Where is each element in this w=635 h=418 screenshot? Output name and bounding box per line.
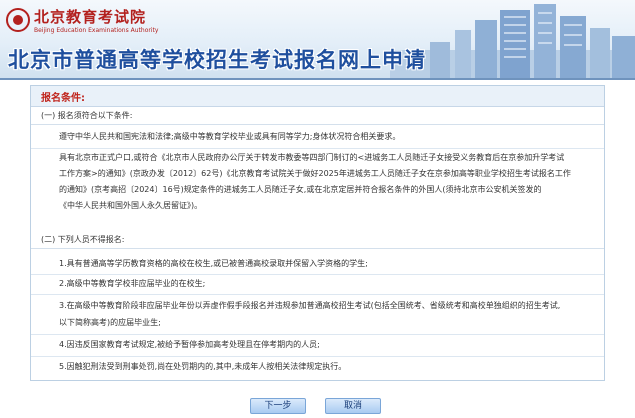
header-divider — [0, 78, 635, 80]
section2-line: 以下简称高考)的应届毕业生; — [59, 318, 161, 327]
header-banner: 北京教育考试院 Beijing Education Examinations A… — [0, 0, 635, 80]
emblem-icon — [6, 8, 30, 32]
row-divider — [31, 334, 604, 335]
section2-title: (二) 下列人员不得报名: — [41, 235, 125, 244]
page-title: 北京市普通高等学校招生考试报名网上申请 — [8, 47, 426, 72]
section1-line: 的通知》(京考高招〔2024〕16号)规定条件的进城务工人员随迁子女,或在北京定… — [59, 185, 542, 194]
section2-header: (二) 下列人员不得报名: — [31, 234, 604, 249]
section1-line: 工作方案>的通知》(京政办发〔2012〕62号)《北京教育考试院关于做好2025… — [59, 169, 571, 178]
section2-line: 1.具有普通高等学历教育资格的高校在校生,或已被普通高校录取并保留入学资格的学生… — [59, 259, 368, 268]
row-divider — [31, 274, 604, 275]
section1-header: (一) 报名须符合以下条件: — [31, 110, 604, 125]
logo-subtitle: Beijing Education Examinations Authority — [34, 27, 159, 34]
logo-title: 北京教育考试院 — [34, 8, 147, 26]
conditions-panel: 报名条件: (一) 报名须符合以下条件: 遵守中华人民共和国宪法和法律;高级中等… — [30, 85, 605, 381]
row-divider — [31, 148, 604, 149]
section2-line: 4.因违反国家教育考试规定,被给予暂停参加高考处理且在停考期内的人员; — [59, 340, 320, 349]
panel-header: 报名条件: — [31, 86, 604, 107]
cancel-button[interactable]: 取消 — [325, 398, 381, 414]
conditions-heading: 报名条件: — [41, 93, 85, 104]
section2-line: 3.在高级中等教育阶段非应届毕业年份以弄虚作假手段报名并违规参加普通高校招生考试… — [59, 301, 561, 310]
section1-line: 遵守中华人民共和国宪法和法律;高级中等教育学校毕业或具有同等学力;身体状况符合相… — [59, 132, 401, 141]
row-divider — [31, 294, 604, 295]
row-divider — [31, 356, 604, 357]
next-button[interactable]: 下一步 — [250, 398, 306, 414]
section1-line: 《中华人民共和国外国人永久居留证》)。 — [59, 201, 203, 210]
section2-line: 5.因触犯刑法受到刑事处罚,尚在处罚期内的,其中,未成年人按相关法律规定执行。 — [59, 362, 347, 371]
logo: 北京教育考试院 Beijing Education Examinations A… — [6, 6, 166, 40]
section1-title: (一) 报名须符合以下条件: — [41, 111, 133, 120]
section2-line: 2.高级中等教育学校非应届毕业的在校生; — [59, 279, 206, 288]
section1-line: 具有北京市正式户口,或符合《北京市人民政府办公厅关于转发市教委等四部门制订的<进… — [59, 153, 565, 162]
